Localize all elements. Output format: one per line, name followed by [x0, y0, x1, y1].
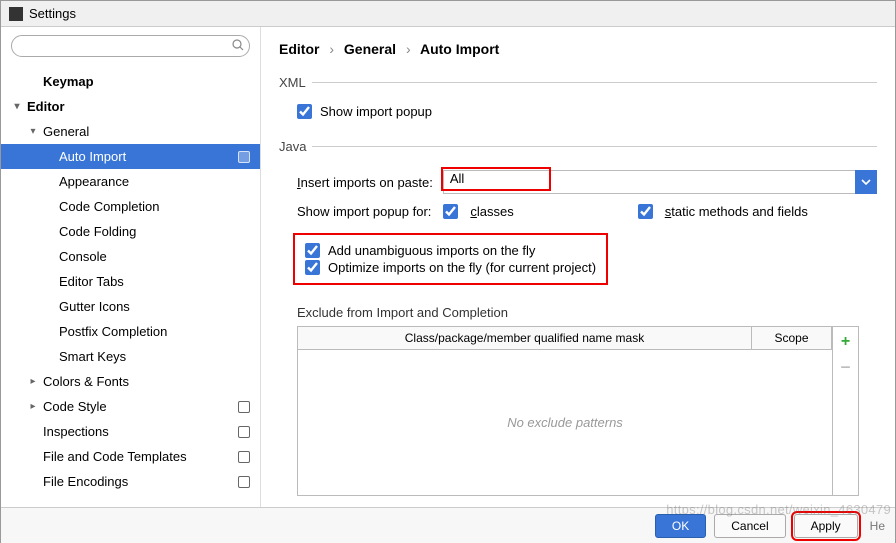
dropdown-button[interactable]: [855, 170, 877, 194]
footer: https://blog.csdn.net/weixin_4630479 OK …: [1, 507, 895, 543]
java-section: Java Insert imports on paste: All S: [279, 139, 877, 496]
tree-arrow-icon: ▾: [27, 126, 39, 137]
tree-item-file-and-code-templates[interactable]: File and Code Templates: [1, 444, 260, 469]
tree-item-appearance[interactable]: Appearance: [1, 169, 260, 194]
tree-item-label: Auto Import: [59, 149, 126, 164]
apply-button[interactable]: Apply: [794, 514, 858, 538]
table-empty-text: No exclude patterns: [298, 350, 832, 495]
tree-item-code-style[interactable]: ▸ Code Style: [1, 394, 260, 419]
tree-item-label: Editor: [27, 99, 65, 114]
window-title: Settings: [29, 6, 76, 21]
checkbox-label: Show import popup: [320, 104, 432, 119]
optimize-imports-checkbox[interactable]: [305, 260, 320, 275]
tree-item-label: Gutter Icons: [59, 299, 130, 314]
tree-item-label: Colors & Fonts: [43, 374, 129, 389]
checkbox-label: Add unambiguous imports on the fly: [328, 243, 535, 258]
scope-icon: [238, 151, 250, 163]
insert-imports-select[interactable]: All: [443, 170, 877, 194]
tree-item-label: Inspections: [43, 424, 109, 439]
sidebar: Keymap ▾ Editor ▾ General Auto Import Appearan…: [1, 27, 261, 507]
tree-item-label: Editor Tabs: [59, 274, 124, 289]
tree-item-label: Smart Keys: [59, 349, 126, 364]
search-icon: [232, 39, 244, 51]
breadcrumb-item: Editor: [279, 41, 319, 57]
tree-item-keymap[interactable]: Keymap: [1, 69, 260, 94]
xml-section: XML Show import popup: [279, 75, 877, 127]
section-legend: Java: [279, 139, 312, 154]
chevron-right-icon: ›: [406, 41, 411, 57]
show-import-popup-checkbox[interactable]: [297, 104, 312, 119]
tree-item-label: General: [43, 124, 89, 139]
add-button[interactable]: +: [841, 333, 850, 351]
settings-tree: Keymap ▾ Editor ▾ General Auto Import Appearan…: [1, 65, 260, 507]
tree-item-postfix-completion[interactable]: Postfix Completion: [1, 319, 260, 344]
chevron-right-icon: ›: [329, 41, 334, 57]
add-unambiguous-checkbox[interactable]: [305, 243, 320, 258]
tree-item-colors-fonts[interactable]: ▸ Colors & Fonts: [1, 369, 260, 394]
breadcrumb-item: General: [344, 41, 396, 57]
tree-item-inspections[interactable]: Inspections: [1, 419, 260, 444]
tree-item-smart-keys[interactable]: Smart Keys: [1, 344, 260, 369]
tree-item-label: Keymap: [43, 74, 94, 89]
tree-item-label: File and Code Templates: [43, 449, 187, 464]
checkbox-label: classes: [470, 204, 513, 219]
scope-icon: [238, 476, 250, 488]
breadcrumb-item: Auto Import: [420, 41, 499, 57]
tree-item-label: Code Completion: [59, 199, 159, 214]
tree-item-label: Console: [59, 249, 107, 264]
titlebar: Settings: [1, 1, 895, 27]
tree-item-editor[interactable]: ▾ Editor: [1, 94, 260, 119]
tree-item-code-completion[interactable]: Code Completion: [1, 194, 260, 219]
checkbox-label: Optimize imports on the fly (for current…: [328, 260, 596, 275]
cancel-button[interactable]: Cancel: [714, 514, 785, 538]
scope-icon: [238, 451, 250, 463]
exclude-label: Exclude from Import and Completion: [297, 305, 877, 320]
tree-item-label: Code Folding: [59, 224, 136, 239]
app-icon: [9, 7, 23, 21]
tree-item-console[interactable]: Console: [1, 244, 260, 269]
checkbox-label: static methods and fields: [665, 204, 808, 219]
static-methods-checkbox[interactable]: [638, 204, 653, 219]
help-text: He: [870, 519, 885, 533]
table-header: Class/package/member qualified name mask: [298, 327, 752, 349]
highlight-box: Add unambiguous imports on the fly Optim…: [293, 233, 608, 285]
ok-button[interactable]: OK: [655, 514, 706, 538]
breadcrumb: Editor › General › Auto Import: [261, 27, 895, 71]
tree-item-file-encodings[interactable]: File Encodings: [1, 469, 260, 494]
tree-item-label: Appearance: [59, 174, 129, 189]
tree-item-gutter-icons[interactable]: Gutter Icons: [1, 294, 260, 319]
classes-checkbox[interactable]: [443, 204, 458, 219]
exclude-table: Class/package/member qualified name mask…: [297, 326, 859, 496]
tree-arrow-icon: ▸: [27, 401, 39, 412]
tree-item-code-folding[interactable]: Code Folding: [1, 219, 260, 244]
scope-icon: [238, 426, 250, 438]
select-value: All: [450, 171, 464, 186]
tree-item-label: Code Style: [43, 399, 107, 414]
tree-arrow-icon: ▾: [11, 101, 23, 112]
scope-icon: [238, 401, 250, 413]
tree-arrow-icon: ▸: [27, 376, 39, 387]
tree-item-label: File Encodings: [43, 474, 128, 489]
section-legend: XML: [279, 75, 312, 90]
tree-item-auto-import[interactable]: Auto Import: [1, 144, 260, 169]
popup-for-label: Show import popup for:: [297, 204, 431, 219]
table-header: Scope: [752, 327, 832, 349]
search-input[interactable]: [11, 35, 250, 57]
tree-item-label: Postfix Completion: [59, 324, 167, 339]
tree-item-editor-tabs[interactable]: Editor Tabs: [1, 269, 260, 294]
insert-imports-label: Insert imports on paste:: [297, 175, 433, 190]
tree-item-general[interactable]: ▾ General: [1, 119, 260, 144]
remove-button[interactable]: −: [840, 357, 851, 378]
